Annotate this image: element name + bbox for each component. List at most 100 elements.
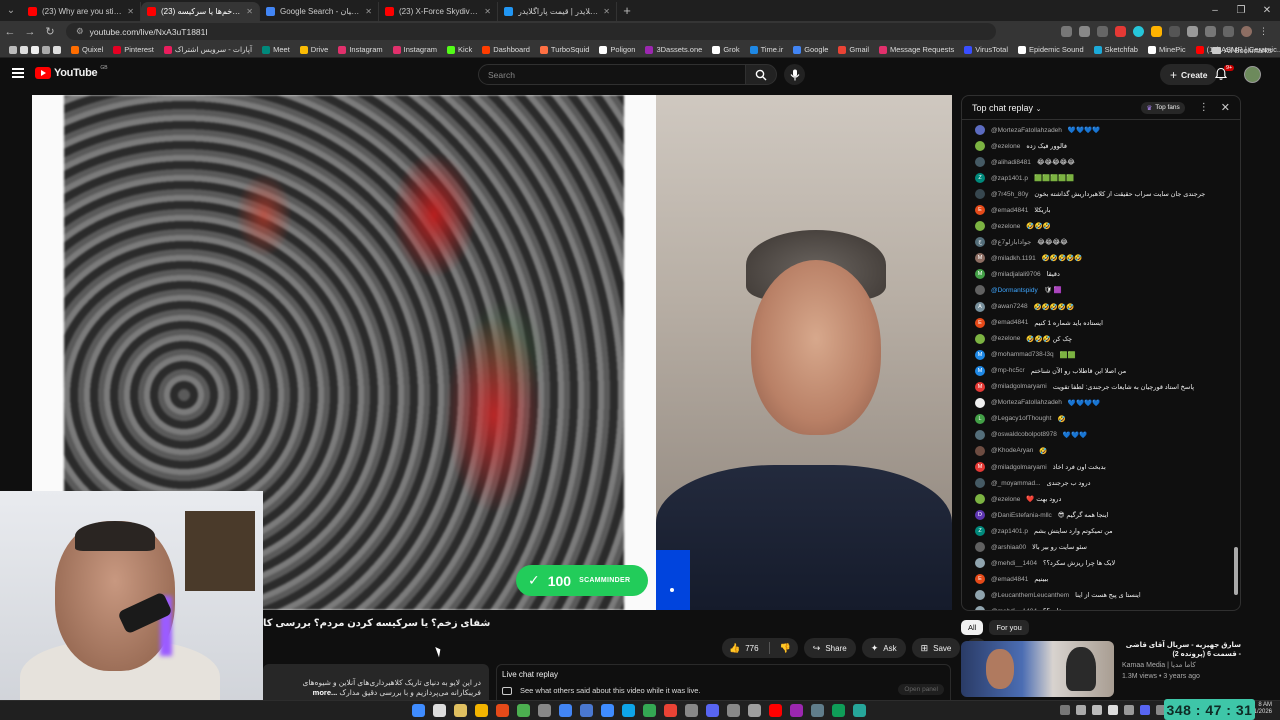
chat-author-name[interactable]: @oswaldcobolpot8978	[991, 431, 1057, 438]
menu-icon[interactable]	[12, 68, 24, 78]
chat-message[interactable]: M @miladjalali9706 دقیقا	[962, 266, 1230, 282]
extensions-puzzle-icon[interactable]	[1205, 26, 1216, 37]
chat-author-avatar[interactable]: M	[975, 381, 985, 392]
chat-author-name[interactable]: @ezelone	[991, 335, 1020, 342]
chat-message[interactable]: E @emad4841 باریکلا	[962, 202, 1230, 218]
taskbar-app-icon[interactable]	[601, 704, 614, 717]
chat-author-avatar[interactable]: Z	[975, 173, 985, 184]
ask-button[interactable]: ✦ Ask	[861, 638, 906, 658]
bookmark-item[interactable]: Kick	[442, 45, 477, 54]
chat-author-avatar[interactable]	[975, 429, 985, 440]
chat-author-avatar[interactable]	[975, 141, 985, 152]
chat-mode-dropdown[interactable]: Top chat replay ⌄	[972, 103, 1041, 113]
chat-author-avatar[interactable]	[975, 542, 985, 553]
maximize-button[interactable]: ❐	[1228, 0, 1254, 21]
browser-tab[interactable]: (23) X-Force Skydiving - Brad H ✕	[379, 2, 498, 21]
bookmark-item[interactable]: Instagram	[333, 45, 387, 54]
chat-message[interactable]: ج @جوادابازلو7ع 😂😂😂😂	[962, 234, 1230, 250]
chat-message[interactable]: @7r45h_80y جرجندی جان سایت سراب حقیقت از …	[962, 186, 1230, 202]
open-panel-button[interactable]: Open panel	[898, 684, 944, 695]
bookmark-item[interactable]: Google	[788, 45, 833, 54]
like-count[interactable]: 776	[745, 644, 758, 653]
recommended-video[interactable]: سارق جهیزیه - سریال آقای قاضی - قسمت 6 (…	[961, 641, 1241, 701]
all-bookmarks-button[interactable]: All Bookmarks	[1212, 42, 1272, 57]
create-button[interactable]: + Create	[1160, 64, 1218, 85]
bookmark-item[interactable]: VirusTotal	[959, 45, 1013, 54]
taskbar-app-icon[interactable]	[580, 704, 593, 717]
chat-author-name[interactable]: @MortezaFatollahzadeh	[991, 399, 1062, 406]
taskbar-app-icon[interactable]	[517, 704, 530, 717]
taskbar-app-icon[interactable]	[559, 704, 572, 717]
bookmark-item[interactable]: Drive	[295, 45, 334, 54]
browser-tab[interactable]: (23) Why are you still in touch ✕	[22, 2, 141, 21]
chat-author-avatar[interactable]	[975, 590, 985, 601]
taskbar-app-icon[interactable]	[433, 704, 446, 717]
chat-author-name[interactable]: @KhodeAryan	[991, 447, 1033, 454]
taskbar-app-icon[interactable]	[496, 704, 509, 717]
chat-author-name[interactable]: @DaniEstefania-mllc	[991, 512, 1052, 519]
save-button[interactable]: ⊞ Save	[911, 638, 961, 658]
chat-message[interactable]: E @emad4841 ببینیم	[962, 571, 1230, 587]
chat-author-name[interactable]: @MortezaFatollahzadeh	[991, 127, 1062, 134]
taskbar-app-icon[interactable]	[748, 704, 761, 717]
tray-chevron-icon[interactable]	[1060, 705, 1070, 715]
taskbar-app-icon[interactable]	[685, 704, 698, 717]
chat-author-avatar[interactable]: E	[975, 205, 985, 216]
chat-message[interactable]: L @Legacy1ofThought 🤣	[962, 411, 1230, 427]
youtube-logo[interactable]: YouTube GB	[35, 65, 108, 79]
taskbar-app-icon[interactable]	[811, 704, 824, 717]
taskbar-app-icon[interactable]	[769, 704, 782, 717]
chat-author-name[interactable]: @zap1401.p	[991, 175, 1028, 182]
bookmark-item[interactable]: Dashboard	[477, 45, 535, 54]
chat-author-name[interactable]: @_moyammad...	[991, 480, 1041, 487]
search-input[interactable]: Search	[478, 64, 746, 85]
chat-author-avatar[interactable]	[975, 606, 985, 610]
taskbar-app-icon[interactable]	[622, 704, 635, 717]
chat-message[interactable]: @MortezaFatollahzadeh 💙💙💙💙	[962, 395, 1230, 411]
search-button[interactable]	[745, 64, 777, 85]
bookmark-item[interactable]: Pinterest	[108, 45, 159, 54]
chat-message[interactable]: @mehdi__1404 علت؟؟	[962, 603, 1230, 610]
extension-icon-2[interactable]	[1133, 26, 1144, 37]
chat-author-avatar[interactable]	[975, 445, 985, 456]
chat-message[interactable]: @MortezaFatollahzadeh 💙💙💙💙	[962, 122, 1230, 138]
chat-author-avatar[interactable]	[975, 397, 985, 408]
chat-message[interactable]: @ezelone 🤣🤣🤣	[962, 218, 1230, 234]
chat-author-avatar[interactable]: Z	[975, 526, 985, 537]
chat-author-name[interactable]: @ezelone	[991, 143, 1020, 150]
chat-author-avatar[interactable]	[975, 125, 985, 136]
browser-menu-icon[interactable]: ⋮	[1259, 26, 1270, 37]
chat-message-list[interactable]: @MortezaFatollahzadeh 💙💙💙💙 @ezelone فالوور …	[962, 120, 1230, 610]
chat-author-name[interactable]: @alihadi8481	[991, 159, 1031, 166]
chat-author-name[interactable]: @emad4841	[991, 207, 1028, 214]
bookmark-item[interactable]: MinePic	[1143, 45, 1191, 54]
bookmark-star-icon[interactable]	[1097, 26, 1108, 37]
reload-icon[interactable]: ↻	[40, 25, 60, 38]
chat-author-avatar[interactable]: E	[975, 574, 985, 585]
cast-icon[interactable]	[1061, 26, 1072, 37]
address-bar[interactable]: ⚙ youtube.com/live/NxA3uT1881I	[66, 23, 996, 40]
chat-author-avatar[interactable]: M	[975, 365, 985, 376]
bookmark-item[interactable]: Sketchfab	[1089, 45, 1143, 54]
back-arrow-icon[interactable]: ←	[0, 26, 20, 38]
recommended-video-channel[interactable]: Kamaa Media | کاما مدیا	[1122, 661, 1241, 670]
chat-author-avatar[interactable]: E	[975, 317, 985, 328]
chat-message[interactable]: @arshiaa00 سئو سایت رو بیر بالا	[962, 539, 1230, 555]
taskbar-app-icon[interactable]	[706, 704, 719, 717]
recommended-video-thumbnail[interactable]	[961, 641, 1114, 697]
close-tab-icon[interactable]: ✕	[246, 7, 253, 16]
chat-author-avatar[interactable]	[975, 558, 985, 569]
dislike-icon[interactable]: 👎	[780, 643, 791, 654]
chat-author-name[interactable]: @mehdi__1404	[991, 560, 1037, 567]
taskbar-app-icon[interactable]	[538, 704, 551, 717]
chat-message[interactable]: M @miladgolmaryami پاسخ استاد قورچیان به ش…	[962, 379, 1230, 395]
forward-arrow-icon[interactable]: →	[20, 26, 40, 38]
chat-author-name[interactable]: @ezelone	[991, 496, 1020, 503]
chat-author-name[interactable]: @emad4841	[991, 319, 1028, 326]
chat-message[interactable]: @Dormantspidy 🛡 🟪	[962, 282, 1230, 298]
new-tab-button[interactable]: +	[617, 3, 637, 18]
chat-author-name[interactable]: @LeucanthemLeucanthem	[991, 592, 1069, 599]
chat-message[interactable]: M @mp-hc5cr من اصلا این قاطلاب رو الآن شنا…	[962, 363, 1230, 379]
chat-author-name[interactable]: @miladjalali9706	[991, 271, 1041, 278]
chat-author-name[interactable]: @awan7248	[991, 303, 1028, 310]
